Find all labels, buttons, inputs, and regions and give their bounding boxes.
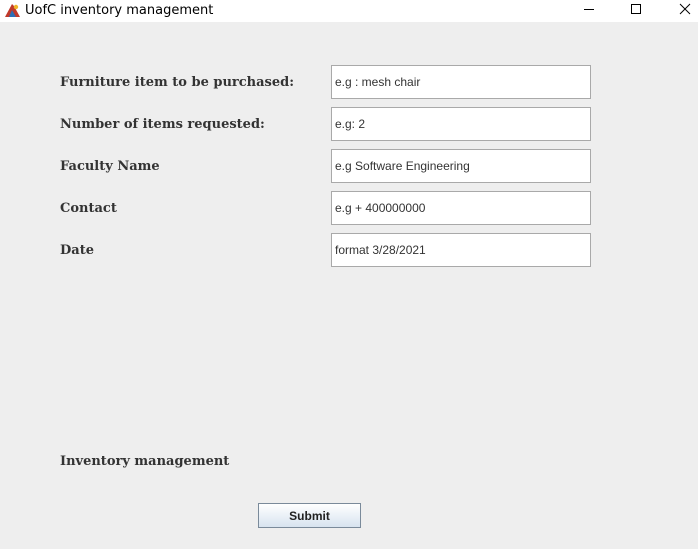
- contact-label: Contact: [60, 201, 117, 216]
- date-label: Date: [60, 243, 94, 258]
- contact-input[interactable]: [331, 191, 591, 225]
- furniture-item-input[interactable]: [331, 65, 591, 99]
- faculty-name-input[interactable]: [331, 149, 591, 183]
- items-count-label: Number of items requested:: [60, 117, 265, 132]
- furniture-item-label: Furniture item to be purchased:: [60, 75, 295, 90]
- inventory-management-label: Inventory management: [60, 454, 230, 469]
- form-panel: Furniture item to be purchased: Number o…: [0, 22, 698, 549]
- maximize-icon: [630, 2, 642, 20]
- faculty-name-label: Faculty Name: [60, 159, 160, 174]
- window-title: UofC inventory management: [25, 3, 214, 18]
- submit-button[interactable]: Submit: [258, 503, 361, 528]
- title-bar: UofC inventory management: [0, 0, 698, 22]
- maximize-button[interactable]: [621, 0, 651, 22]
- date-input[interactable]: [331, 233, 591, 267]
- java-app-icon: [4, 2, 21, 18]
- items-count-input[interactable]: [331, 107, 591, 141]
- minimize-icon: [583, 2, 595, 20]
- close-button[interactable]: [670, 0, 698, 22]
- minimize-button[interactable]: [574, 0, 604, 22]
- close-icon: [679, 2, 691, 20]
